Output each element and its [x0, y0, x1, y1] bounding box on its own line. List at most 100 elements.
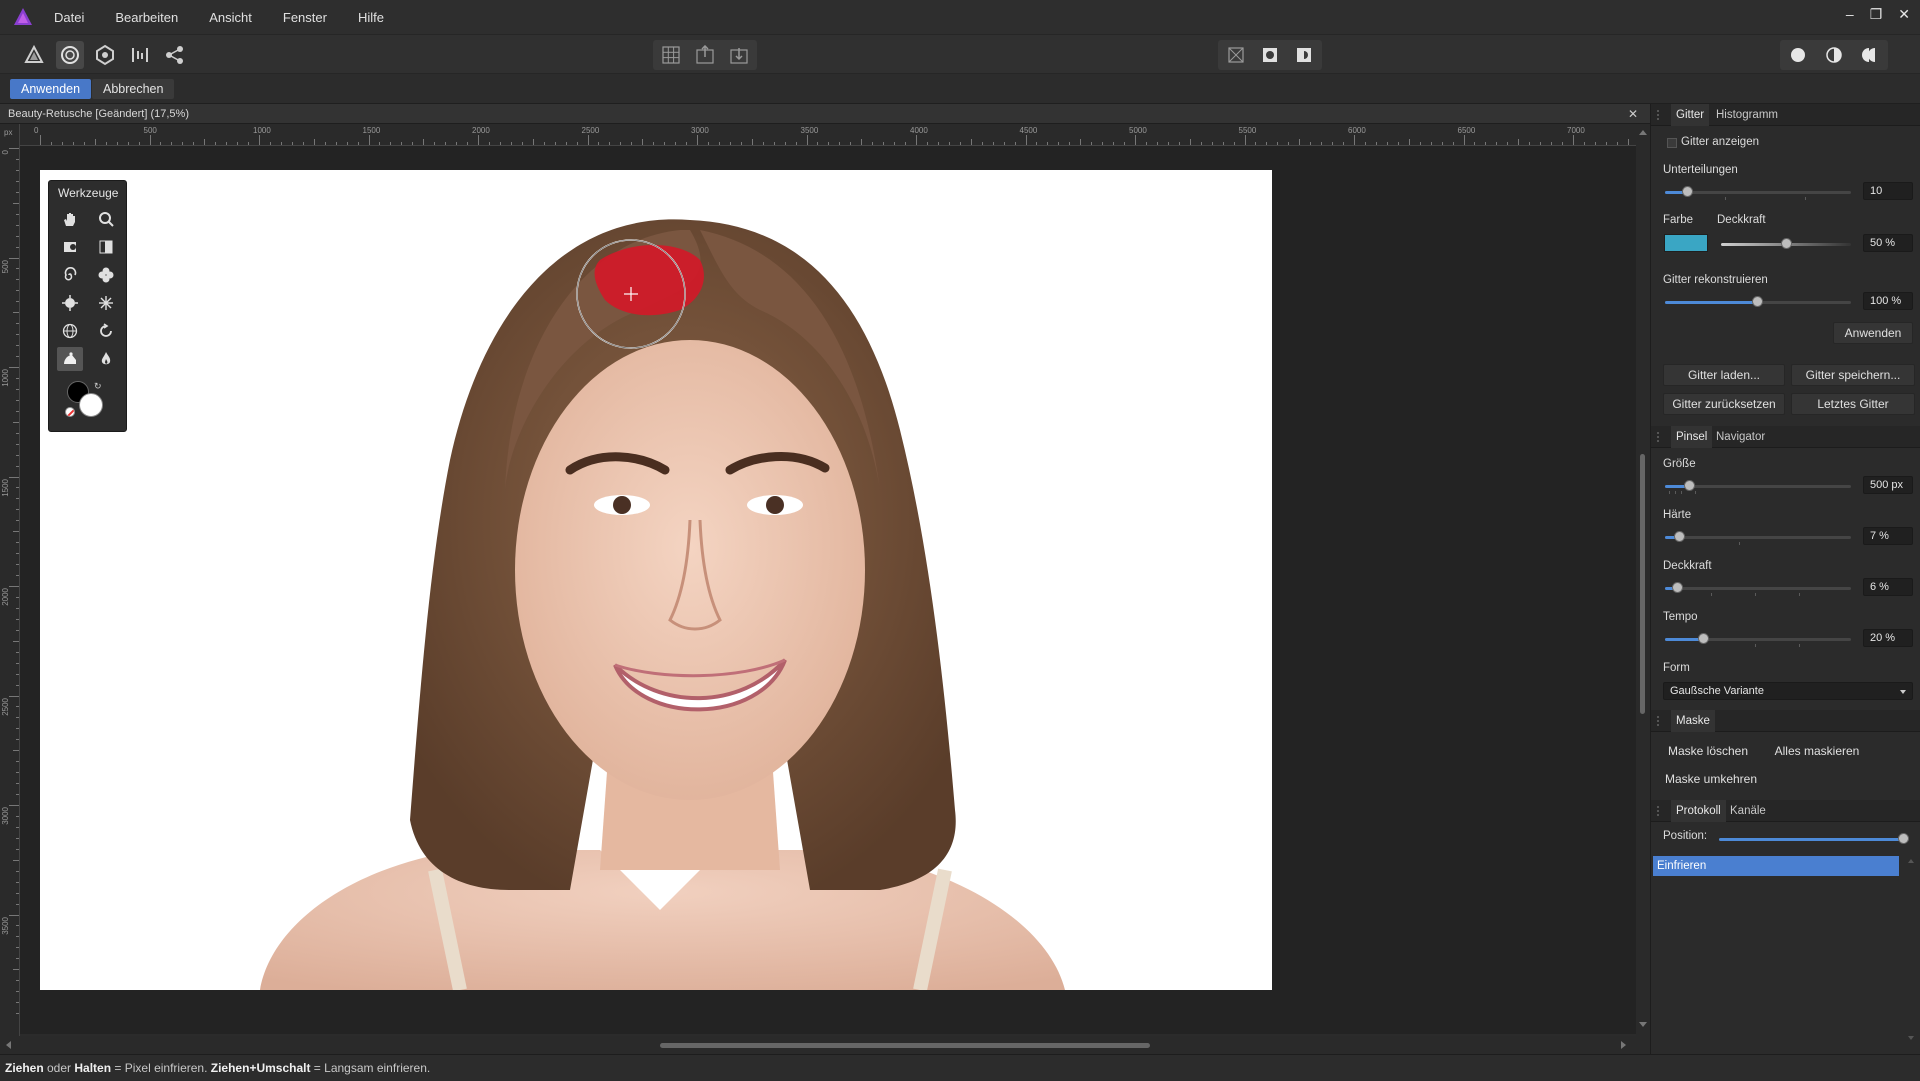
- scroll-left-icon[interactable]: [6, 1041, 11, 1049]
- horizontal-ruler[interactable]: 0 500 1000 1500 2000 2500 3000 3500 4000 4500 5000…: [20, 124, 1673, 146]
- menu-bearbeiten[interactable]: Bearbeiten: [115, 10, 178, 25]
- v-ruler-tick: [9, 367, 19, 368]
- horizontal-scroll-thumb[interactable]: [660, 1043, 1150, 1048]
- panel-grip-icon[interactable]: [1657, 806, 1663, 816]
- reconstruct-tool-icon[interactable]: [93, 319, 119, 343]
- double-half-circle-icon[interactable]: [1856, 41, 1884, 69]
- horizontal-scrollbar[interactable]: [0, 1036, 1650, 1054]
- grid-opacity-value[interactable]: 50 %: [1863, 234, 1913, 252]
- reconstruct-slider[interactable]: [1665, 296, 1851, 308]
- scroll-up-icon[interactable]: [1908, 859, 1914, 863]
- turbulence-tool-icon[interactable]: [93, 291, 119, 315]
- menu-fenster[interactable]: Fenster: [283, 10, 327, 25]
- close-document-icon[interactable]: ✕: [1628, 104, 1638, 124]
- h-ruler-label: 7000: [1567, 126, 1585, 135]
- photo-portrait[interactable]: [40, 170, 1272, 990]
- cancel-button[interactable]: Abbrechen: [92, 79, 175, 99]
- tab-histogramm[interactable]: Histogramm: [1711, 104, 1783, 126]
- mesh-load-icon[interactable]: [691, 41, 719, 69]
- invert-mask-button[interactable]: Maske umkehren: [1659, 768, 1763, 790]
- twirl-tool-icon[interactable]: [57, 263, 83, 287]
- hand-tool-icon[interactable]: [57, 207, 83, 231]
- history-entry[interactable]: Einfrieren: [1653, 856, 1899, 876]
- tone-mapping-persona-icon[interactable]: [126, 41, 154, 69]
- subdivisions-slider[interactable]: [1665, 186, 1851, 200]
- brush-size-value[interactable]: 500 px: [1863, 476, 1913, 494]
- mask-view-icon[interactable]: [1256, 41, 1284, 69]
- pinch-tool-icon[interactable]: [93, 263, 119, 287]
- circle-filled-icon[interactable]: [1784, 41, 1812, 69]
- scroll-down-icon[interactable]: [1908, 1036, 1914, 1040]
- grid-apply-button[interactable]: Anwenden: [1833, 322, 1913, 344]
- push-left-tool-icon[interactable]: [93, 235, 119, 259]
- split-view-icon[interactable]: [1290, 41, 1318, 69]
- scroll-up-icon[interactable]: [1639, 130, 1647, 135]
- export-persona-icon[interactable]: [161, 41, 189, 69]
- punch-tool-icon[interactable]: [57, 291, 83, 315]
- vertical-scrollbar[interactable]: [1636, 124, 1650, 1036]
- clear-mask-button[interactable]: Maske löschen: [1663, 740, 1753, 762]
- brush-shape-dropdown[interactable]: Gaußsche Variante: [1663, 682, 1913, 700]
- brush-opacity-slider[interactable]: [1665, 582, 1851, 596]
- vertical-scroll-thumb[interactable]: [1640, 454, 1645, 714]
- apply-button[interactable]: Anwenden: [10, 79, 92, 99]
- subdivisions-value[interactable]: 10: [1863, 182, 1913, 200]
- history-position-slider[interactable]: [1719, 833, 1909, 845]
- load-grid-button[interactable]: Gitter laden...: [1663, 364, 1785, 386]
- affinity-photo-logo-icon[interactable]: [12, 6, 34, 28]
- tab-kanaele[interactable]: Kanäle: [1725, 800, 1771, 822]
- mesh-save-icon[interactable]: [725, 41, 753, 69]
- mesh-grid-icon[interactable]: [657, 41, 685, 69]
- menu-datei[interactable]: Datei: [54, 10, 84, 25]
- scroll-down-icon[interactable]: [1639, 1022, 1647, 1027]
- freeze-tool-icon[interactable]: [57, 347, 83, 371]
- reconstruct-value[interactable]: 100 %: [1863, 292, 1913, 310]
- swap-colors-icon[interactable]: ↻: [94, 381, 102, 392]
- tab-navigator[interactable]: Navigator: [1711, 426, 1770, 448]
- h-ruler-label: 5000: [1129, 126, 1147, 135]
- minimize-button[interactable]: –: [1846, 6, 1854, 23]
- brush-speed-value[interactable]: 20 %: [1863, 629, 1913, 647]
- brush-opacity-value[interactable]: 6 %: [1863, 578, 1913, 596]
- half-circle-icon[interactable]: [1820, 41, 1848, 69]
- panel-grip-icon[interactable]: [1657, 716, 1663, 726]
- forward-warp-tool-icon[interactable]: [57, 235, 83, 259]
- brush-hardness-value[interactable]: 7 %: [1863, 527, 1913, 545]
- v-ruler-label: 500: [1, 259, 10, 273]
- grid-opacity-slider[interactable]: [1721, 238, 1851, 250]
- brush-speed-slider[interactable]: [1665, 633, 1851, 647]
- last-grid-button[interactable]: Letztes Gitter: [1791, 393, 1915, 415]
- scroll-right-icon[interactable]: [1621, 1041, 1626, 1049]
- tab-maske[interactable]: Maske: [1671, 710, 1715, 732]
- grid-color-swatch[interactable]: [1664, 234, 1708, 252]
- history-scrollbar[interactable]: [1907, 856, 1917, 1046]
- vertical-ruler[interactable]: 0 500 1000 1500 2000 2500 3000 3500 px: [0, 124, 20, 1036]
- photo-persona-icon[interactable]: [20, 41, 48, 69]
- no-color-icon[interactable]: [65, 407, 75, 417]
- show-grid-checkbox[interactable]: [1667, 138, 1677, 148]
- tab-gitter[interactable]: Gitter: [1671, 104, 1710, 126]
- mask-all-button[interactable]: Alles maskieren: [1769, 740, 1865, 762]
- close-window-button[interactable]: ✕: [1898, 6, 1910, 23]
- brush-size-slider[interactable]: [1665, 480, 1851, 494]
- document-tab[interactable]: Beauty-Retusche [Geändert] (17,5%) ✕: [0, 104, 1650, 124]
- liquify-persona-icon[interactable]: [56, 41, 84, 69]
- h-ruler-tick: [1463, 135, 1465, 145]
- save-grid-button[interactable]: Gitter speichern...: [1791, 364, 1915, 386]
- panel-grip-icon[interactable]: [1657, 110, 1663, 120]
- develop-persona-icon[interactable]: [91, 41, 119, 69]
- menu-hilfe[interactable]: Hilfe: [358, 10, 384, 25]
- menu-ansicht[interactable]: Ansicht: [209, 10, 252, 25]
- tab-protokoll[interactable]: Protokoll: [1671, 800, 1726, 822]
- no-mask-view-icon[interactable]: [1222, 41, 1250, 69]
- color-swatches[interactable]: ↻: [65, 381, 107, 421]
- restore-button[interactable]: ❐: [1870, 6, 1883, 23]
- mesh-clone-tool-icon[interactable]: [57, 319, 83, 343]
- zoom-tool-icon[interactable]: [93, 207, 119, 231]
- secondary-color-swatch[interactable]: [79, 393, 103, 417]
- tab-pinsel[interactable]: Pinsel: [1671, 426, 1713, 448]
- brush-hardness-slider[interactable]: [1665, 531, 1851, 545]
- panel-grip-icon[interactable]: [1657, 432, 1663, 442]
- reset-grid-button[interactable]: Gitter zurücksetzen: [1663, 393, 1785, 415]
- thaw-tool-icon[interactable]: [93, 347, 119, 371]
